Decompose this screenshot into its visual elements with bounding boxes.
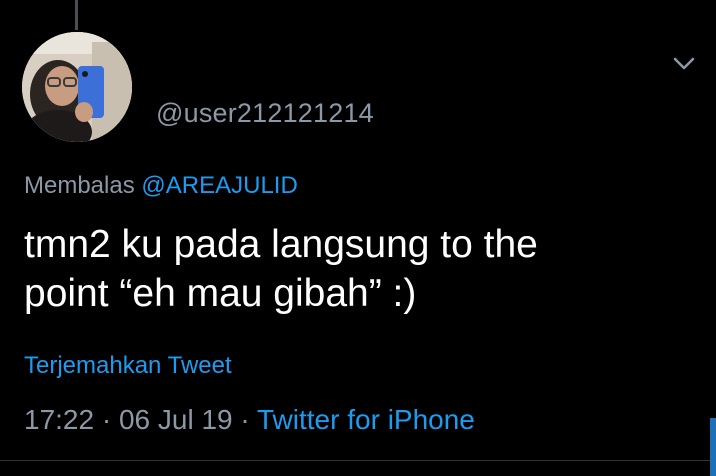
meta-separator: · <box>232 404 257 435</box>
avatar[interactable] <box>22 32 132 142</box>
tweet-text: tmn2 ku pada langsung to the point “eh m… <box>24 220 704 318</box>
reply-context: Membalas @AREAJULID <box>24 172 298 200</box>
tweet-date[interactable]: 06 Jul 19 <box>119 404 233 435</box>
reply-mention-link[interactable]: @AREAJULID <box>141 172 297 199</box>
divider <box>0 460 716 461</box>
more-options-button[interactable] <box>669 50 699 76</box>
translate-tweet-link[interactable]: Terjemahkan Tweet <box>24 352 232 380</box>
tweet-text-line: tmn2 ku pada langsung to the <box>24 223 538 266</box>
scroll-edge-accent <box>710 418 716 476</box>
tweet-detail: @user212121214 Membalas @AREAJULID tmn2 … <box>0 0 716 476</box>
tweet-metadata: 17:22 · 06 Jul 19 · Twitter for iPhone <box>24 404 475 436</box>
avatar-photo <box>22 32 132 142</box>
meta-separator: · <box>94 404 119 435</box>
tweet-source-link[interactable]: Twitter for iPhone <box>257 404 475 435</box>
tweet-text-line: point “eh mau gibah” :) <box>24 272 417 315</box>
thread-connector-line <box>75 0 78 30</box>
user-handle[interactable]: @user212121214 <box>156 98 374 129</box>
chevron-down-icon <box>673 57 695 70</box>
tweet-time[interactable]: 17:22 <box>24 404 94 435</box>
reply-prefix: Membalas <box>24 172 135 199</box>
